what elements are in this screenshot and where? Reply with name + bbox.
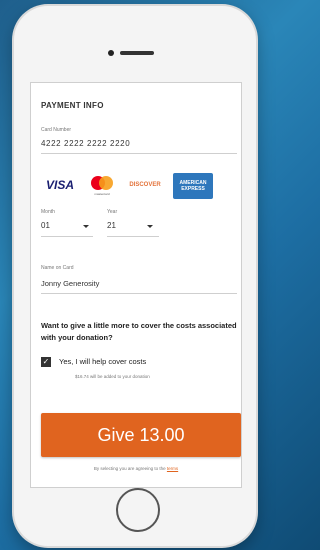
- mastercard-logo-text: mastercard: [94, 192, 110, 196]
- phone-frame: PAYMENT INFO Card Number 4222 2222 2222 …: [14, 6, 256, 546]
- terms-text: By selecting you are agreeing to the ter…: [31, 466, 241, 471]
- mastercard-logo-icon: mastercard: [87, 173, 117, 197]
- terms-link[interactable]: terms: [167, 466, 178, 471]
- speaker-slot: [120, 51, 154, 55]
- amex-logo-text: AMERICAN EXPRESS: [179, 180, 207, 192]
- year-chevron-down-icon[interactable]: [147, 225, 153, 228]
- payment-screen: PAYMENT INFO Card Number 4222 2222 2222 …: [30, 82, 242, 488]
- discover-logo-icon: DISCOVER: [129, 182, 161, 188]
- month-select[interactable]: 01: [41, 221, 50, 230]
- cover-costs-label[interactable]: Yes, I will help cover costs: [59, 357, 146, 366]
- month-underline: [41, 236, 93, 237]
- month-label: Month: [41, 209, 55, 215]
- card-number-underline: [41, 153, 237, 154]
- name-underline: [41, 293, 237, 294]
- cover-costs-question: Want to give a little more to cover the …: [41, 321, 237, 342]
- year-underline: [107, 236, 159, 237]
- amex-logo-icon: AMERICAN EXPRESS: [173, 173, 213, 199]
- camera-dot: [108, 50, 114, 56]
- cover-costs-note: $16.74 will be added to your donation: [75, 374, 150, 379]
- page-title: PAYMENT INFO: [41, 101, 104, 110]
- name-on-card-label: Name on Card: [41, 265, 74, 271]
- card-number-input[interactable]: 4222 2222 2222 2220: [41, 139, 130, 148]
- cover-costs-checkbox[interactable]: ✓: [41, 357, 51, 367]
- year-select[interactable]: 21: [107, 221, 116, 230]
- give-button[interactable]: Give 13.00: [41, 413, 241, 457]
- card-number-label: Card Number: [41, 127, 72, 133]
- terms-prefix: By selecting you are agreeing to the: [93, 466, 166, 471]
- visa-logo-icon: VISA: [45, 178, 74, 192]
- month-chevron-down-icon[interactable]: [83, 225, 89, 228]
- name-on-card-input[interactable]: Jonny Generosity: [41, 279, 99, 288]
- year-label: Year: [107, 209, 118, 215]
- home-button[interactable]: [116, 488, 160, 532]
